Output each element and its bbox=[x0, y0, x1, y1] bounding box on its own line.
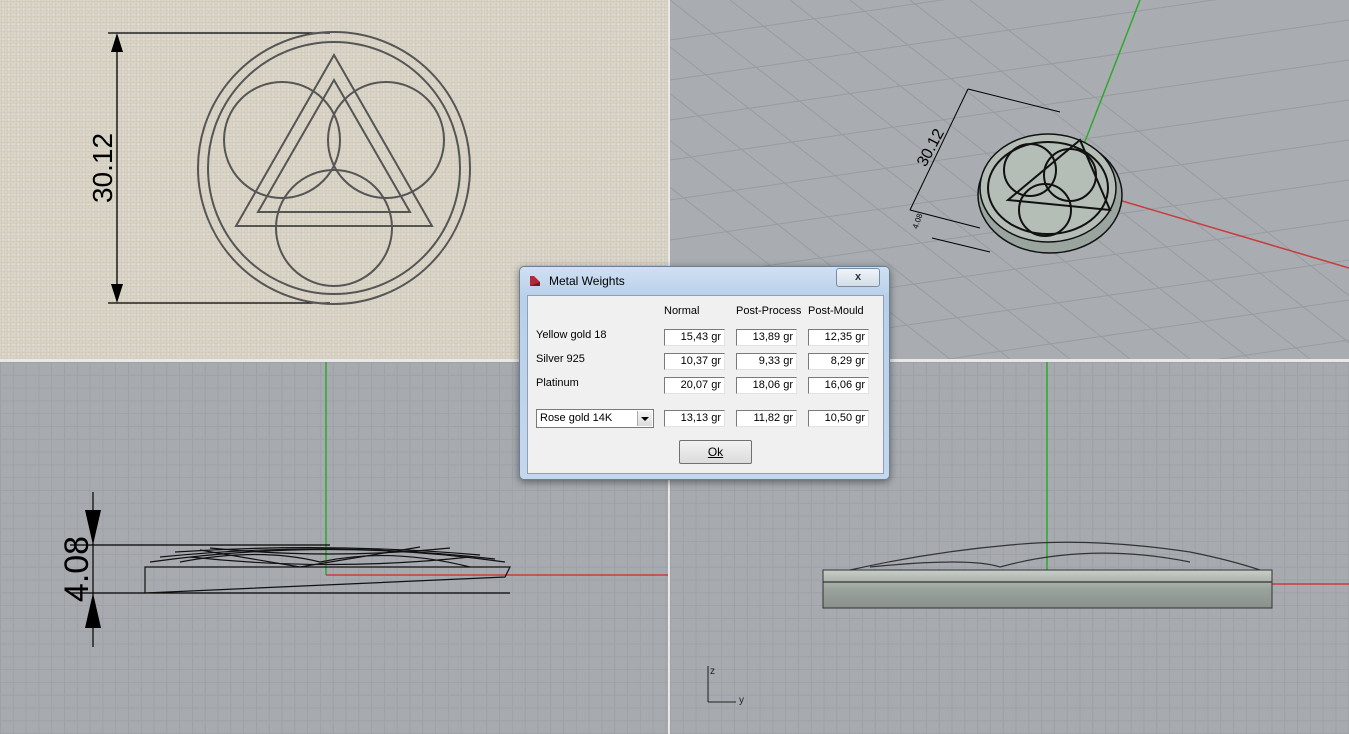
alloy-selected-value: Rose gold 14K bbox=[540, 412, 613, 424]
column-header-normal: Normal bbox=[664, 305, 700, 317]
custom-normal-field[interactable]: 13,13 gr bbox=[664, 410, 725, 427]
yellow-gold-normal-field[interactable]: 15,43 gr bbox=[664, 329, 725, 346]
perspective-dimension-short: 4.08 bbox=[911, 212, 925, 230]
silver-normal-field[interactable]: 10,37 gr bbox=[664, 353, 725, 370]
custom-post-process-field[interactable]: 11,82 gr bbox=[736, 410, 797, 427]
yellow-gold-post-mould-field[interactable]: 12,35 gr bbox=[808, 329, 869, 346]
close-button[interactable]: x bbox=[836, 268, 880, 287]
axis-y-label: y bbox=[739, 695, 744, 706]
dialog-titlebar[interactable]: Metal Weights x bbox=[520, 267, 889, 295]
chevron-down-icon[interactable] bbox=[637, 411, 652, 426]
platinum-normal-field[interactable]: 20,07 gr bbox=[664, 377, 725, 394]
platinum-post-mould-field[interactable]: 16,06 gr bbox=[808, 377, 869, 394]
column-header-post-mould: Post-Mould bbox=[808, 305, 864, 317]
axis-z-label: z bbox=[710, 666, 715, 677]
row-label-silver: Silver 925 bbox=[536, 353, 585, 365]
column-header-post-process: Post-Process bbox=[736, 305, 802, 317]
custom-post-mould-field[interactable]: 10,50 gr bbox=[808, 410, 869, 427]
alloy-dropdown[interactable]: Rose gold 14K bbox=[536, 409, 654, 428]
row-label-platinum: Platinum bbox=[536, 377, 579, 389]
app-icon bbox=[529, 275, 541, 287]
silver-post-process-field[interactable]: 9,33 gr bbox=[736, 353, 797, 370]
yellow-gold-post-process-field[interactable]: 13,89 gr bbox=[736, 329, 797, 346]
dialog-body: Normal Post-Process Post-Mould Yellow go… bbox=[527, 295, 884, 474]
dialog-title: Metal Weights bbox=[549, 274, 625, 288]
silver-post-mould-field[interactable]: 8,29 gr bbox=[808, 353, 869, 370]
front-dimension-label: 4.08 bbox=[58, 536, 96, 602]
row-label-yellow-gold: Yellow gold 18 bbox=[536, 329, 607, 341]
ok-button[interactable]: Ok bbox=[679, 440, 752, 464]
platinum-post-process-field[interactable]: 18,06 gr bbox=[736, 377, 797, 394]
top-dimension-label: 30.12 bbox=[87, 133, 118, 203]
metal-weights-dialog: Metal Weights x Normal Post-Process Post… bbox=[519, 266, 890, 480]
